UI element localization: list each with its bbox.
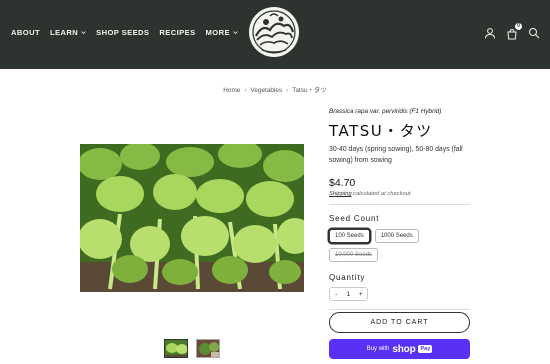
nav-shop-seeds[interactable]: SHOP SEEDS bbox=[96, 28, 149, 37]
quantity-stepper: - 1 + bbox=[329, 287, 368, 301]
thumbnail-strip bbox=[164, 339, 220, 358]
divider bbox=[329, 309, 470, 310]
divider bbox=[329, 204, 470, 205]
product-title: TATSU・タツ bbox=[329, 122, 433, 140]
quantity-increment[interactable]: + bbox=[355, 291, 367, 298]
thumbnail-1[interactable] bbox=[164, 339, 188, 358]
shipping-link[interactable]: Shipping bbox=[329, 191, 352, 197]
shipping-text: calculated at checkout bbox=[351, 191, 411, 197]
brand-logo[interactable] bbox=[248, 6, 300, 58]
add-to-cart-button[interactable]: ADD TO CART bbox=[329, 312, 470, 333]
latin-name: Brassica rapa var. perviridis (F1 Hybrid… bbox=[329, 108, 442, 115]
product-main-image[interactable] bbox=[80, 144, 304, 292]
chevron-down-icon bbox=[233, 31, 238, 35]
main-nav: ABOUT LEARN SHOP SEEDS RECIPES MORE bbox=[11, 28, 248, 37]
buy-with-text: Buy with bbox=[366, 346, 390, 352]
breadcrumb-separator: › bbox=[244, 87, 247, 94]
breadcrumb: Home › Vegetables › Tatsu・タツ bbox=[0, 85, 550, 94]
breadcrumb-home[interactable]: Home bbox=[223, 87, 240, 94]
nav-learn[interactable]: LEARN bbox=[50, 28, 86, 37]
cart-count-badge: 0 bbox=[515, 23, 522, 30]
breadcrumb-separator: › bbox=[286, 87, 289, 94]
breadcrumb-current: Tatsu・タツ bbox=[292, 87, 327, 94]
seed-count-label: Seed Count bbox=[329, 214, 380, 223]
site-header: ABOUT LEARN SHOP SEEDS RECIPES MORE 0 bbox=[0, 0, 550, 69]
product-info: Brassica rapa var. perviridis (F1 Hybrid… bbox=[329, 108, 471, 310]
search-icon[interactable] bbox=[528, 27, 540, 39]
thumbnail-2[interactable] bbox=[196, 339, 220, 358]
pay-badge: Pay bbox=[418, 345, 433, 353]
user-icon[interactable] bbox=[484, 27, 496, 39]
shop-pay-button[interactable]: Buy with shop Pay bbox=[329, 339, 470, 359]
header-icons: 0 bbox=[484, 23, 540, 40]
product-photo bbox=[80, 144, 304, 292]
seed-option-1000[interactable]: 1000 Seeds bbox=[374, 229, 419, 243]
shop-logo: shop bbox=[392, 343, 416, 355]
seed-option-100[interactable]: 100 Seeds bbox=[329, 229, 370, 243]
nav-about[interactable]: ABOUT bbox=[11, 28, 40, 37]
nav-recipes[interactable]: RECIPES bbox=[159, 28, 195, 37]
product-price: $4.70 bbox=[329, 177, 356, 189]
shipping-note: Shipping calculated at checkout bbox=[329, 191, 471, 197]
seed-option-10000[interactable]: 10,000 Seeds bbox=[329, 248, 379, 262]
quantity-label: Quantity bbox=[329, 273, 366, 282]
nav-more[interactable]: MORE bbox=[206, 28, 238, 37]
quantity-value[interactable]: 1 bbox=[342, 291, 354, 298]
seed-count-options: 100 Seeds 1000 Seeds 10,000 Seeds bbox=[329, 229, 439, 262]
chevron-down-icon bbox=[81, 31, 86, 35]
breadcrumb-category[interactable]: Vegetables bbox=[250, 87, 282, 94]
quantity-decrement[interactable]: - bbox=[330, 291, 342, 298]
product-description: 30-40 days (spring sowing), 50-80 days (… bbox=[329, 146, 463, 164]
cart-button[interactable]: 0 bbox=[506, 23, 522, 40]
cart-icon bbox=[507, 28, 517, 40]
